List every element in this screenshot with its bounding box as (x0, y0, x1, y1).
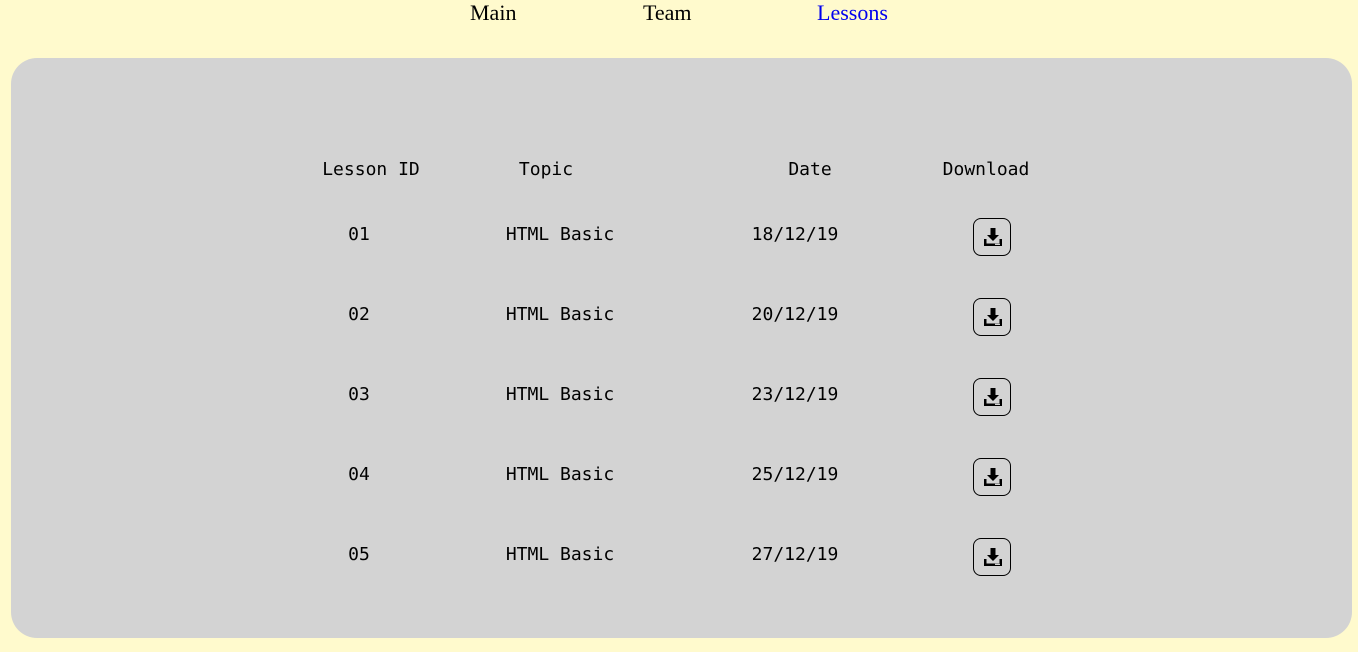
column-header-download: Download (942, 159, 1030, 180)
download-icon (984, 308, 1002, 326)
cell-lesson-id: 02 (348, 304, 370, 325)
top-nav: Main Team Lessons (0, 0, 1358, 40)
cell-topic: HTML Basic (505, 544, 615, 565)
cell-date: 25/12/19 (751, 464, 839, 485)
cell-topic: HTML Basic (505, 224, 615, 245)
cell-lesson-id: 05 (348, 544, 370, 565)
download-icon (984, 548, 1002, 566)
lessons-panel: Lesson ID Topic Date Download 01 HTML Ba… (11, 58, 1352, 638)
cell-lesson-id: 04 (348, 464, 370, 485)
cell-date: 27/12/19 (751, 544, 839, 565)
cell-lesson-id: 03 (348, 384, 370, 405)
cell-lesson-id: 01 (348, 224, 370, 245)
download-button[interactable] (973, 538, 1011, 576)
column-header-date: Date (788, 159, 832, 180)
cell-date: 18/12/19 (751, 224, 839, 245)
cell-date: 23/12/19 (751, 384, 839, 405)
download-button[interactable] (973, 298, 1011, 336)
cell-topic: HTML Basic (505, 464, 615, 485)
nav-link-team[interactable]: Team (643, 0, 692, 26)
cell-topic: HTML Basic (505, 384, 615, 405)
download-icon (984, 468, 1002, 486)
download-button[interactable] (973, 458, 1011, 496)
column-header-topic: Topic (518, 159, 574, 180)
nav-link-main[interactable]: Main (470, 0, 516, 26)
column-header-lesson-id: Lesson ID (322, 159, 420, 180)
cell-topic: HTML Basic (505, 304, 615, 325)
download-button[interactable] (973, 218, 1011, 256)
nav-link-lessons[interactable]: Lessons (817, 0, 888, 26)
download-button[interactable] (973, 378, 1011, 416)
download-icon (984, 228, 1002, 246)
download-icon (984, 388, 1002, 406)
cell-date: 20/12/19 (751, 304, 839, 325)
